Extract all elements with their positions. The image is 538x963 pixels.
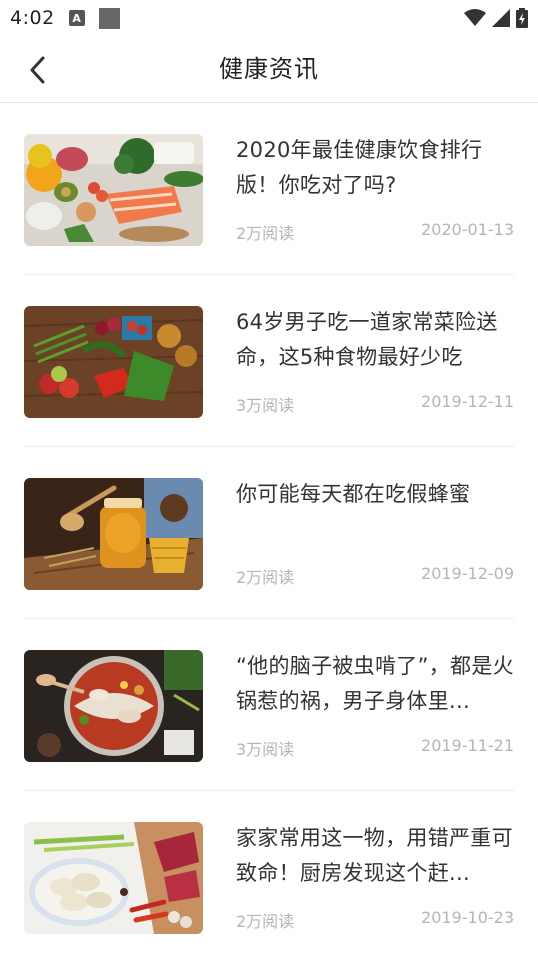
article-title: 64岁男子吃一道家常菜险送命，这5种食物最好少吃 (236, 310, 498, 369)
article-title: 你可能每天都在吃假蜂蜜 (236, 482, 471, 506)
article-title: 家家常用这一物，用错严重可致命！厨房发现这个赶... (236, 826, 513, 885)
article-thumbnail (24, 822, 203, 934)
article-item[interactable]: 家家常用这一物，用错严重可致命！厨房发现这个赶... 2万阅读 2019-10-… (24, 791, 514, 963)
article-reads: 3万阅读 (236, 740, 295, 759)
article-date: 2019-10-23 (421, 908, 514, 927)
article-reads: 2万阅读 (236, 912, 295, 931)
article-item[interactable]: 2020年最佳健康饮食排行版！你吃对了吗? 2万阅读 2020-01-13 (24, 103, 514, 275)
wifi-icon (464, 9, 486, 26)
article-thumbnail (24, 306, 203, 418)
status-right (464, 8, 528, 28)
article-thumbnail (24, 650, 203, 762)
article-item[interactable]: “他的脑子被虫啃了”，都是火锅惹的祸，男子身体里... 3万阅读 2019-11… (24, 619, 514, 791)
header: 健康资讯 (0, 36, 538, 103)
article-item[interactable]: 64岁男子吃一道家常菜险送命，这5种食物最好少吃 3万阅读 2019-12-11 (24, 275, 514, 447)
article-date: 2019-12-11 (421, 392, 514, 411)
article-thumbnail (24, 134, 203, 246)
article-reads: 2万阅读 (236, 568, 295, 587)
article-thumbnail (24, 478, 203, 590)
status-left: 4:02 A (10, 7, 120, 29)
article-date: 2019-12-09 (421, 564, 514, 583)
article-date: 2019-11-21 (421, 736, 514, 755)
article-reads: 2万阅读 (236, 224, 295, 243)
article-title: “他的脑子被虫啃了”，都是火锅惹的祸，男子身体里... (236, 654, 514, 713)
status-time: 4:02 (10, 7, 55, 29)
article-list: 2020年最佳健康饮食排行版！你吃对了吗? 2万阅读 2020-01-13 64… (24, 103, 514, 963)
notification-square-icon (98, 7, 120, 29)
battery-charging-icon (516, 8, 528, 28)
article-date: 2020-01-13 (421, 220, 514, 239)
article-reads: 3万阅读 (236, 396, 295, 415)
article-item[interactable]: 你可能每天都在吃假蜂蜜 2万阅读 2019-12-09 (24, 447, 514, 619)
article-title: 2020年最佳健康饮食排行版！你吃对了吗? (236, 138, 483, 197)
notification-a-icon: A (68, 10, 85, 26)
page-title: 健康资讯 (219, 55, 319, 83)
status-bar: 4:02 A (0, 0, 538, 36)
signal-icon (492, 9, 510, 27)
